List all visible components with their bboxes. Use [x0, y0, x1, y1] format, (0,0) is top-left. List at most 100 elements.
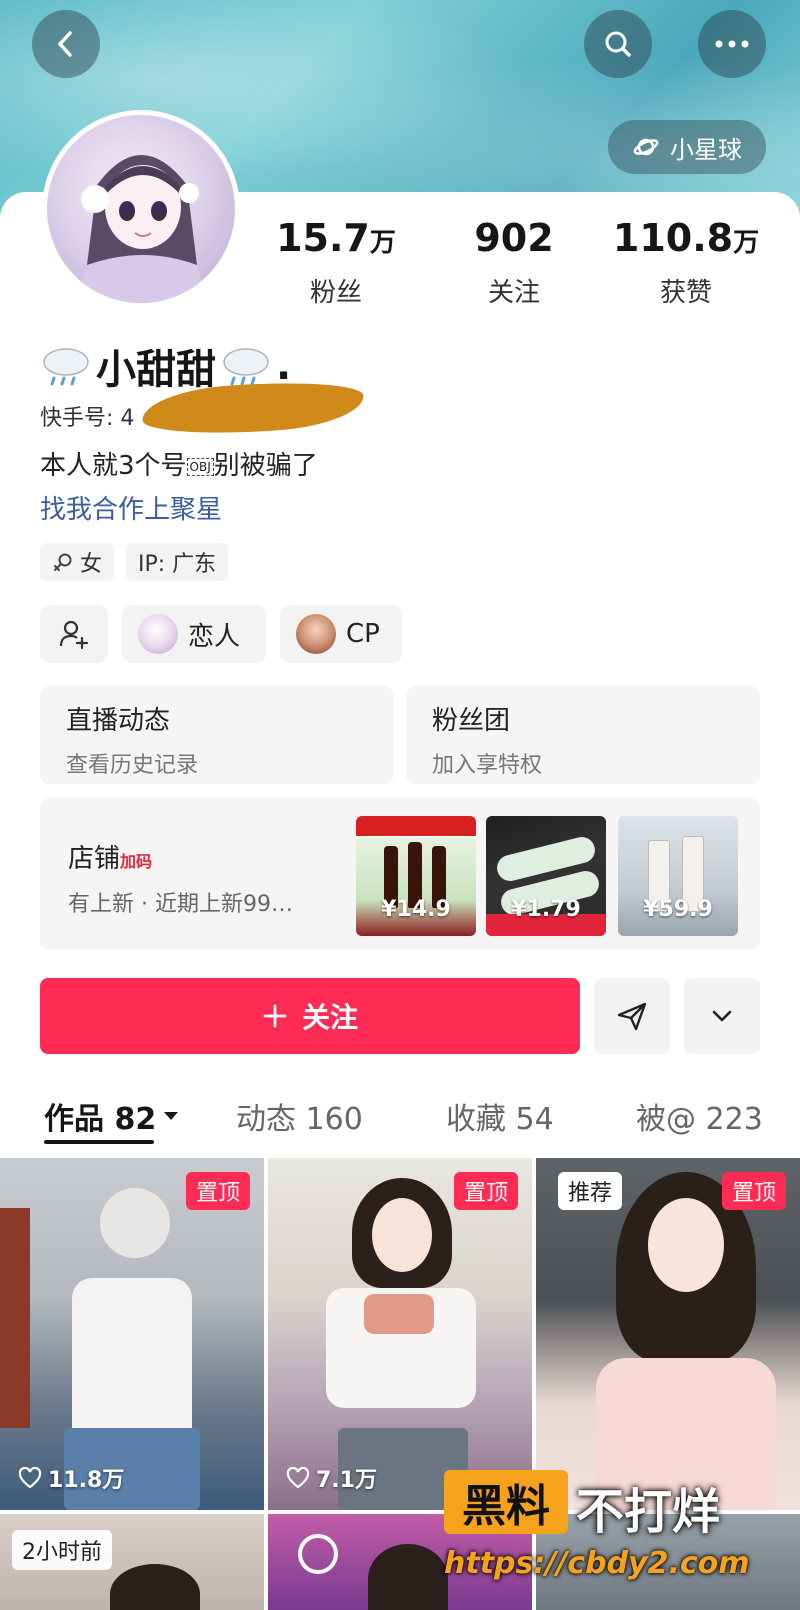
user-id[interactable]: 快手号: 4: [40, 400, 134, 432]
tab-moments[interactable]: 动态 160: [236, 1094, 363, 1138]
heart-icon: [286, 1467, 310, 1489]
time-badge: 2小时前: [12, 1530, 112, 1570]
product-banner: [356, 816, 476, 836]
expand-button[interactable]: [684, 978, 760, 1054]
planet-label: 小星球: [670, 135, 742, 164]
obj-placeholder: OBJ: [186, 457, 214, 476]
back-button[interactable]: [32, 10, 100, 78]
product-thumb[interactable]: ¥1.79: [486, 816, 606, 936]
tab-mentions[interactable]: 被@ 223: [636, 1094, 763, 1138]
business-link[interactable]: 找我合作上聚星: [40, 489, 222, 526]
tab-favorites[interactable]: 收藏 54: [446, 1094, 554, 1138]
lover-label: 恋人: [188, 621, 241, 652]
message-button[interactable]: [594, 978, 670, 1054]
cp-chip[interactable]: CP: [280, 605, 402, 663]
face-shape: [372, 1198, 432, 1272]
fan-club-card[interactable]: 粉丝团 加入享特权: [406, 686, 760, 784]
recommended-badge: 推荐: [558, 1172, 623, 1210]
watermark-url: https://cbdy2.com: [444, 1546, 750, 1581]
followers-unit: 万: [369, 228, 396, 258]
likes-count: 7.1万: [316, 1468, 377, 1493]
shop-title-tag: 加码: [120, 852, 153, 871]
planet-icon: [633, 138, 659, 156]
shirt-shape: [72, 1278, 192, 1438]
live-history-card[interactable]: 直播动态 查看历史记录: [40, 686, 394, 784]
pinned-badge: 置顶: [453, 1172, 518, 1210]
live-card-subtitle: 查看历史记录: [66, 753, 199, 778]
pinned-badge: 置顶: [185, 1172, 250, 1210]
bio: 本人就3个号 OBJ 别被骗了: [40, 445, 318, 482]
bunny-face: [100, 1188, 170, 1258]
follow-button[interactable]: 关注: [40, 978, 580, 1054]
video-thumb[interactable]: 置顶 11.8万: [0, 1158, 264, 1510]
likes-label: 获赞: [659, 278, 712, 308]
video-thumb[interactable]: 推荐 置顶: [536, 1158, 800, 1510]
tab-indicator: [44, 1140, 154, 1144]
planet-button[interactable]: 小星球: [608, 120, 766, 174]
search-button[interactable]: [584, 10, 652, 78]
chevron-left-icon: [58, 31, 72, 57]
ip-label: IP: 广东: [138, 552, 217, 577]
ring-shape: [298, 1534, 338, 1574]
hair-shape: [368, 1544, 448, 1610]
followers-count: 15.7: [276, 216, 370, 260]
shop-subtitle: 有上新 · 近期上新99…: [68, 892, 293, 917]
face-shape: [648, 1198, 724, 1292]
avatar-illustration: [77, 155, 207, 303]
gender-label: 女: [80, 552, 103, 577]
rain-cloud-icon: [223, 348, 269, 386]
add-user-icon: [59, 620, 89, 650]
tab-works[interactable]: 作品 82: [44, 1094, 180, 1138]
pinned-badge: 置顶: [721, 1172, 786, 1210]
lover-chip[interactable]: 恋人: [122, 605, 266, 663]
stat-followers[interactable]: 15.7万 粉丝: [246, 215, 426, 309]
stat-following[interactable]: 902 关注: [424, 215, 604, 309]
watermark: 黑料 不打烊 https://cbdy2.com: [440, 1468, 790, 1598]
plus-icon: [263, 1004, 287, 1028]
more-button[interactable]: [698, 10, 766, 78]
likes-indicator: 11.8万: [18, 1462, 124, 1494]
follow-label: 关注: [301, 1001, 358, 1034]
female-icon: [54, 553, 72, 571]
chevron-down-icon: [712, 1010, 732, 1022]
ip-tag: IP: 广东: [126, 543, 229, 581]
followers-label: 粉丝: [309, 278, 362, 308]
bow-shape: [364, 1294, 434, 1334]
product-price: ¥1.79: [511, 897, 581, 922]
rain-cloud-icon: [43, 348, 89, 386]
search-icon: [605, 31, 631, 57]
door-shape: [0, 1208, 30, 1428]
fan-card-subtitle: 加入享特权: [432, 753, 543, 778]
live-card-title: 直播动态: [66, 706, 171, 736]
shop-card[interactable]: 店铺加码 有上新 · 近期上新99… ¥14.9 ¥1.79 ¥59.9: [40, 798, 760, 950]
shop-title: 店铺加码: [68, 838, 152, 875]
gender-tag: 女: [40, 543, 115, 581]
cp-label: CP: [346, 619, 380, 649]
following-label: 关注: [487, 278, 540, 308]
caret-down-icon: [164, 1112, 179, 1120]
heart-icon: [18, 1467, 42, 1489]
product-price: ¥59.9: [643, 897, 713, 922]
hair-shape: [110, 1564, 200, 1610]
bio-text: 本人就3个号: [40, 451, 187, 481]
shop-title-text: 店铺: [68, 844, 121, 874]
watermark-side-text: 不打烊: [576, 1484, 721, 1540]
product-thumb[interactable]: ¥59.9: [618, 816, 738, 936]
likes-count: 11.8万: [48, 1468, 125, 1493]
fan-card-title: 粉丝团: [432, 706, 511, 736]
likes-unit: 万: [733, 228, 760, 258]
product-price: ¥14.9: [381, 897, 451, 922]
add-friend-button[interactable]: [40, 605, 108, 663]
video-thumb[interactable]: 2小时前: [0, 1514, 264, 1610]
avatar[interactable]: [42, 110, 240, 308]
likes-count: 110.8: [612, 216, 734, 260]
watermark-box-text: 黑料: [444, 1470, 568, 1534]
likes-indicator: 7.1万: [286, 1462, 377, 1494]
tab-works-label: 作品 82: [44, 1102, 157, 1137]
product-thumb[interactable]: ¥14.9: [356, 816, 476, 936]
video-thumb[interactable]: 置顶 7.1万: [268, 1158, 532, 1510]
uid-value: 4: [120, 406, 135, 431]
stat-likes[interactable]: 110.8万 获赞: [596, 215, 776, 309]
nickname-text: 小甜甜: [96, 347, 216, 393]
bio-text-2: 别被骗了: [213, 451, 318, 481]
